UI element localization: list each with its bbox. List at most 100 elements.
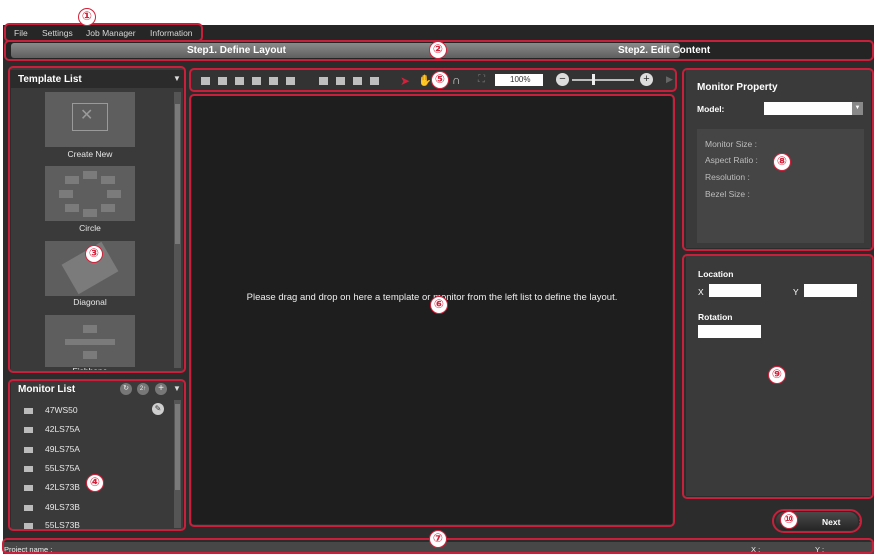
monitor-property-title: Monitor Property <box>697 82 778 93</box>
circle-mon-7 <box>83 209 97 217</box>
location-x-input[interactable] <box>709 284 761 297</box>
callout-9: ⑨ <box>768 366 786 384</box>
toolbar-more-icon[interactable]: ▶ <box>666 74 673 85</box>
zoom-slider-handle[interactable] <box>592 74 595 85</box>
align-bottom-icon[interactable] <box>286 77 295 85</box>
monitor-item[interactable]: 42LS73B <box>24 482 80 492</box>
template-label-circle: Circle <box>79 223 101 233</box>
sort-icon[interactable]: 2↑ <box>137 383 149 395</box>
monitor-item-label: 42LS75A <box>45 424 80 434</box>
fit-screen-icon[interactable]: ⛶ <box>478 74 485 85</box>
monitor-scroll-thumb[interactable] <box>175 404 180 490</box>
select-pointer-icon[interactable]: ➤ <box>400 74 410 88</box>
fishbone-spine <box>65 339 115 345</box>
monitor-item-label: 55LS75A <box>45 463 80 473</box>
menu-file[interactable]: File <box>14 28 28 38</box>
status-x-label: X : <box>751 545 761 554</box>
status-y-label: Y : <box>815 545 825 554</box>
y-label: Y <box>793 287 799 297</box>
model-select[interactable] <box>764 102 852 115</box>
dropdown-arrow-icon[interactable]: ▼ <box>173 74 181 83</box>
callout-5: ⑤ <box>431 71 449 89</box>
add-monitor-icon[interactable]: + <box>155 383 167 395</box>
fishbone-top <box>83 325 97 333</box>
circle-mon-3 <box>101 176 115 184</box>
tools-icon: ✕ <box>80 105 94 124</box>
align-center-icon[interactable] <box>218 77 227 85</box>
template-create-new[interactable]: ✕ <box>45 92 135 147</box>
template-fishbone[interactable] <box>45 315 135 367</box>
monitor-list-title: Monitor List <box>18 384 76 395</box>
monitor-item[interactable]: 49LS75A <box>24 444 80 454</box>
callout-8: ⑧ <box>773 153 791 171</box>
circle-mon-4 <box>59 190 73 198</box>
template-list-title: Template List <box>18 74 82 85</box>
monitor-item-label: 49LS73B <box>45 502 80 512</box>
callout-7: ⑦ <box>429 530 447 548</box>
circle-mon-2 <box>83 171 97 179</box>
location-y-input[interactable] <box>804 284 857 297</box>
callout-2: ② <box>429 41 447 59</box>
ungroup-icon[interactable] <box>370 77 379 85</box>
monitor-item[interactable]: 42LS75A <box>24 424 80 434</box>
align-middle-icon[interactable] <box>269 77 278 85</box>
menu-information[interactable]: Information <box>150 28 193 38</box>
refresh-icon[interactable]: ↻ <box>120 383 132 395</box>
template-circle[interactable] <box>45 166 135 221</box>
circle-mon-1 <box>65 176 79 184</box>
step2-label[interactable]: Step2. Edit Content <box>618 45 710 56</box>
monitor-item[interactable]: 49LS73B <box>24 502 80 512</box>
circle-mon-5 <box>107 190 121 198</box>
monitor-item[interactable]: 55LS73B <box>24 520 80 530</box>
monitor-icon <box>24 522 33 529</box>
monitor-size-label: Monitor Size : <box>705 139 757 149</box>
template-label-fishbone: Fishbone <box>20 366 160 370</box>
bezel-size-label: Bezel Size : <box>705 189 750 199</box>
monitor-item[interactable]: 55LS75A <box>24 463 80 473</box>
step1-tab[interactable] <box>11 43 680 58</box>
edit-monitor-icon[interactable]: ✎ <box>152 403 164 415</box>
next-arrow-icon[interactable]: › <box>859 516 862 526</box>
monitor-item-label: 49LS75A <box>45 444 80 454</box>
rotation-label: Rotation <box>698 312 733 322</box>
menu-settings[interactable]: Settings <box>42 28 73 38</box>
callout-3: ③ <box>85 245 103 263</box>
zoom-out-icon[interactable]: − <box>556 73 569 86</box>
project-name-label: Project name : <box>4 545 53 554</box>
zoom-in-icon[interactable]: + <box>640 73 653 86</box>
model-dropdown-icon[interactable]: ▼ <box>852 102 863 115</box>
x-label: X <box>698 287 704 297</box>
align-top-icon[interactable] <box>252 77 261 85</box>
template-label-diagonal: Diagonal <box>73 297 107 307</box>
align-left-icon[interactable] <box>201 77 210 85</box>
zoom-value: 100% <box>510 75 531 84</box>
send-back-icon[interactable] <box>336 77 345 85</box>
template-scroll-thumb[interactable] <box>175 104 180 244</box>
circle-mon-8 <box>101 204 115 212</box>
monitor-item[interactable]: 47WS50 <box>24 405 78 415</box>
rotation-input[interactable] <box>698 325 761 338</box>
monitor-item-label: 47WS50 <box>45 405 78 415</box>
monitor-icon <box>24 484 33 491</box>
bring-front-icon[interactable] <box>319 77 328 85</box>
monitor-icon <box>24 407 33 414</box>
resolution-label: Resolution : <box>705 172 750 182</box>
fishbone-bottom <box>83 351 97 359</box>
menu-job-manager[interactable]: Job Manager <box>86 28 136 38</box>
zoom-slider-track[interactable] <box>572 79 634 81</box>
align-right-icon[interactable] <box>235 77 244 85</box>
callout-1: ① <box>78 8 96 26</box>
step1-label: Step1. Define Layout <box>187 45 286 56</box>
location-label: Location <box>698 269 734 279</box>
monitor-dropdown-icon[interactable]: ▼ <box>173 384 181 393</box>
magnet-icon[interactable]: ∩ <box>452 73 461 87</box>
monitor-item-label: 42LS73B <box>45 482 80 492</box>
monitor-icon <box>24 465 33 472</box>
pan-icon[interactable]: ✋ <box>418 74 432 87</box>
circle-mon-6 <box>65 204 79 212</box>
monitor-icon <box>24 426 33 433</box>
group-icon[interactable] <box>353 77 362 85</box>
model-label: Model: <box>697 104 725 114</box>
template-label-create-new: Create New <box>67 149 113 159</box>
callout-10: ⑩ <box>780 511 798 529</box>
